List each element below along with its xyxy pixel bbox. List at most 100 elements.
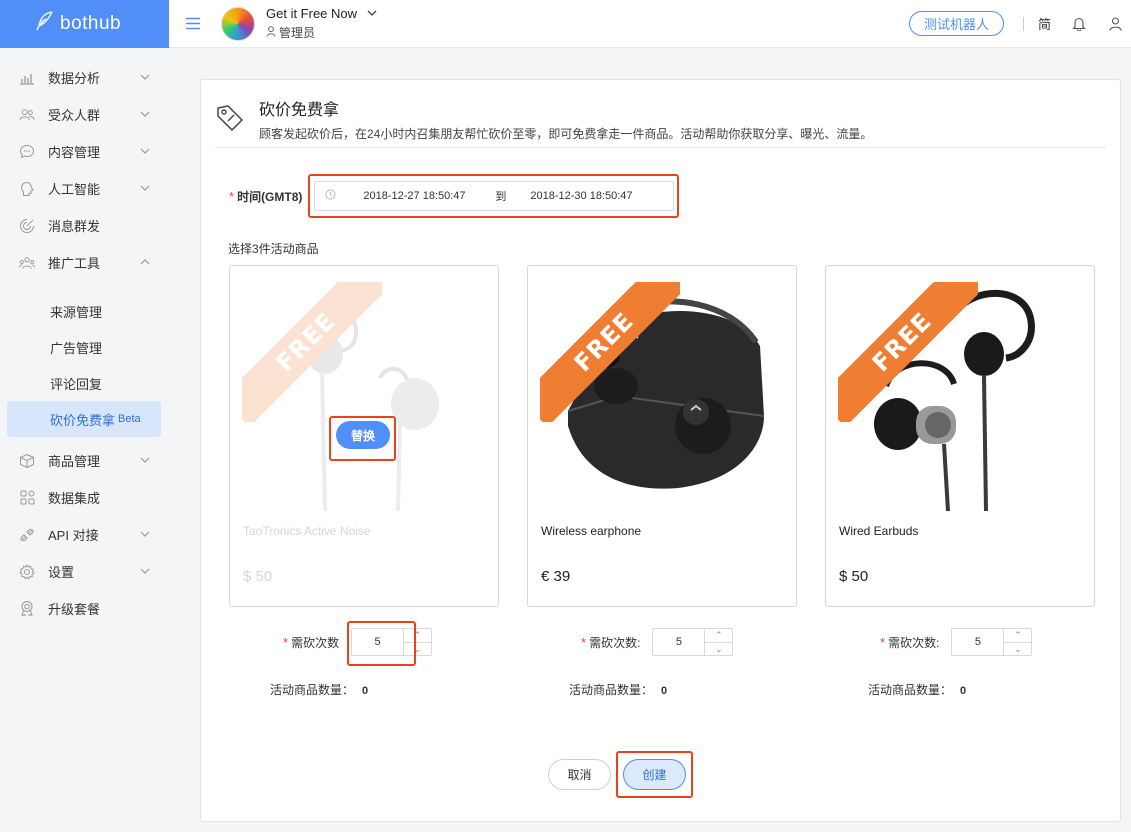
sidebar-subitem-label: 砍价免费拿 <box>50 412 116 428</box>
chevron-down-icon[interactable] <box>367 8 377 20</box>
chevron-down-icon <box>140 72 150 83</box>
top-header: Get it Free Now 管理员 测试机器人 简 <box>169 0 1131 48</box>
cut-count-value[interactable]: 5 <box>352 629 403 655</box>
product-image: FREE <box>826 266 1094 516</box>
sidebar: 数据分析 受众人群 内容管理 人工智能 消息群发 推广工具 来源管理 广告管理 … <box>0 48 169 832</box>
free-ribbon: FREE <box>838 282 978 422</box>
sidebar-item-promotion[interactable]: 推广工具 <box>0 244 169 281</box>
page-description: 顾客发起砍价后，在24小时内召集朋友帮忙砍价至零，即可免费拿走一件商品。活动帮助… <box>259 127 873 141</box>
stepper-up-icon[interactable]: ⌃ <box>705 629 733 643</box>
stepper-up-icon[interactable]: ⌃ <box>1004 629 1032 643</box>
cut-count-row-3: * 需砍次数: 5 ⌃ ⌄ <box>880 628 1033 656</box>
card-header: 砍价免费拿 顾客发起砍价后，在24小时内召集朋友帮忙砍价至零，即可免费拿走一件商… <box>215 96 872 142</box>
sidebar-subitem-bargain[interactable]: 砍价免费拿 Beta <box>7 401 161 437</box>
sidebar-item-analytics[interactable]: 数据分析 <box>0 59 169 96</box>
product-count-row-1: 活动商品数量： 0 <box>270 681 368 698</box>
stepper-down-icon[interactable]: ⌄ <box>705 643 732 656</box>
sidebar-item-upgrade[interactable]: 升级套餐 <box>0 590 169 627</box>
broadcast-icon <box>19 218 35 234</box>
sidebar-item-audience[interactable]: 受众人群 <box>0 96 169 133</box>
product-card-1[interactable]: FREE 替换 TaoTronics Active Noise $ 50 <box>229 265 499 607</box>
language-switch[interactable]: 简 <box>1038 14 1051 33</box>
sidebar-item-ai[interactable]: 人工智能 <box>0 170 169 207</box>
product-name: Wired Earbuds <box>839 524 919 538</box>
required-mark: * <box>283 634 289 650</box>
app-name: Get it Free Now <box>266 6 358 21</box>
chart-icon <box>19 70 35 86</box>
header-divider <box>1022 16 1024 31</box>
sidebar-item-integration[interactable]: 数据集成 <box>0 479 169 516</box>
cut-count-stepper[interactable]: 5 ⌃ ⌄ <box>652 628 734 656</box>
brain-icon <box>19 181 35 197</box>
stepper-down-icon[interactable]: ⌄ <box>1004 643 1031 656</box>
end-time-value[interactable]: 2018-12-30 18:50:47 <box>530 190 632 202</box>
product-price: $ 50 <box>243 568 273 585</box>
product-count-row-3: 活动商品数量： 0 <box>868 681 966 698</box>
cancel-button[interactable]: 取消 <box>548 759 611 790</box>
product-card-2[interactable]: FREE Wireless earphone € 39 <box>527 265 797 607</box>
replace-product-button[interactable]: 替换 <box>336 421 390 449</box>
sidebar-item-api[interactable]: API 对接 <box>0 516 169 553</box>
product-name: Wireless earphone <box>541 524 642 538</box>
sidebar-item-settings[interactable]: 设置 <box>0 553 169 590</box>
chat-icon <box>19 144 35 160</box>
sidebar-item-label: 推广工具 <box>48 256 101 271</box>
cut-count-row-1: * 需砍次数 5 ⌃ ⌄ <box>283 628 433 656</box>
sidebar-subitem-sources[interactable]: 来源管理 <box>0 293 169 329</box>
product-count-value: 0 <box>960 685 967 697</box>
test-bot-button[interactable]: 测试机器人 <box>908 11 1004 36</box>
brand-logo[interactable]: bothub <box>0 0 169 48</box>
cut-count-stepper[interactable]: 5 ⌃ ⌄ <box>351 628 433 656</box>
sidebar-item-broadcast[interactable]: 消息群发 <box>0 207 169 244</box>
feather-icon <box>36 11 54 37</box>
free-ribbon-text: FREE <box>242 282 382 422</box>
chevron-up-icon <box>140 257 150 268</box>
free-ribbon: FREE <box>540 282 680 422</box>
upgrade-icon <box>19 601 35 617</box>
free-ribbon-text: FREE <box>838 282 978 422</box>
date-range-picker[interactable]: 2018-12-27 18:50:47 到 2018-12-30 18:50:4… <box>314 181 675 211</box>
bell-icon[interactable] <box>1071 16 1087 32</box>
sidebar-item-products[interactable]: 商品管理 <box>0 442 169 479</box>
start-time-value[interactable]: 2018-12-27 18:50:47 <box>363 190 465 202</box>
product-count-label: 活动商品数量： <box>868 683 953 697</box>
select-products-title: 选择3件活动商品 <box>228 242 319 256</box>
api-icon <box>19 527 35 543</box>
user-icon <box>266 25 276 40</box>
sidebar-item-content[interactable]: 内容管理 <box>0 133 169 170</box>
app-avatar[interactable] <box>221 6 255 41</box>
range-separator: 到 <box>495 191 507 203</box>
chevron-down-icon <box>140 109 150 120</box>
chevron-down-icon <box>140 455 150 466</box>
product-card-3[interactable]: FREE Wired Earbuds $ 50 <box>825 265 1095 607</box>
sidebar-subitem-label: 广告管理 <box>50 340 103 356</box>
sidebar-subitem-comments[interactable]: 评论回复 <box>0 365 169 401</box>
stepper-up-icon[interactable]: ⌃ <box>404 629 432 643</box>
sidebar-item-label: 消息群发 <box>48 219 101 234</box>
sidebar-item-label: 数据集成 <box>48 491 101 506</box>
stepper-down-icon[interactable]: ⌄ <box>404 643 431 656</box>
sidebar-subitem-ads[interactable]: 广告管理 <box>0 329 169 365</box>
cut-count-value[interactable]: 5 <box>952 629 1003 655</box>
grid-icon <box>19 490 35 506</box>
product-name: TaoTronics Active Noise <box>243 524 371 538</box>
cut-count-value[interactable]: 5 <box>653 629 704 655</box>
app-switcher[interactable]: Get it Free Now 管理员 <box>266 6 377 41</box>
chevron-down-icon <box>140 529 150 540</box>
chevron-down-icon <box>140 566 150 577</box>
chevron-down-icon <box>140 146 150 157</box>
beta-badge: Beta <box>118 413 141 425</box>
required-mark: * <box>880 634 886 650</box>
cut-count-row-2: * 需砍次数: 5 ⌃ ⌄ <box>581 628 734 656</box>
product-price: $ 50 <box>839 568 869 585</box>
sidebar-item-label: 商品管理 <box>48 454 101 469</box>
header-divider <box>215 147 1106 148</box>
profile-icon[interactable] <box>1107 16 1123 32</box>
cut-count-label: 需砍次数 <box>291 635 340 650</box>
product-count-value: 0 <box>661 685 668 697</box>
box-icon <box>19 453 35 469</box>
create-button[interactable]: 创建 <box>623 759 686 790</box>
hamburger-menu-icon[interactable] <box>175 0 211 48</box>
cut-count-stepper[interactable]: 5 ⌃ ⌄ <box>951 628 1033 656</box>
required-mark: * <box>229 188 235 204</box>
